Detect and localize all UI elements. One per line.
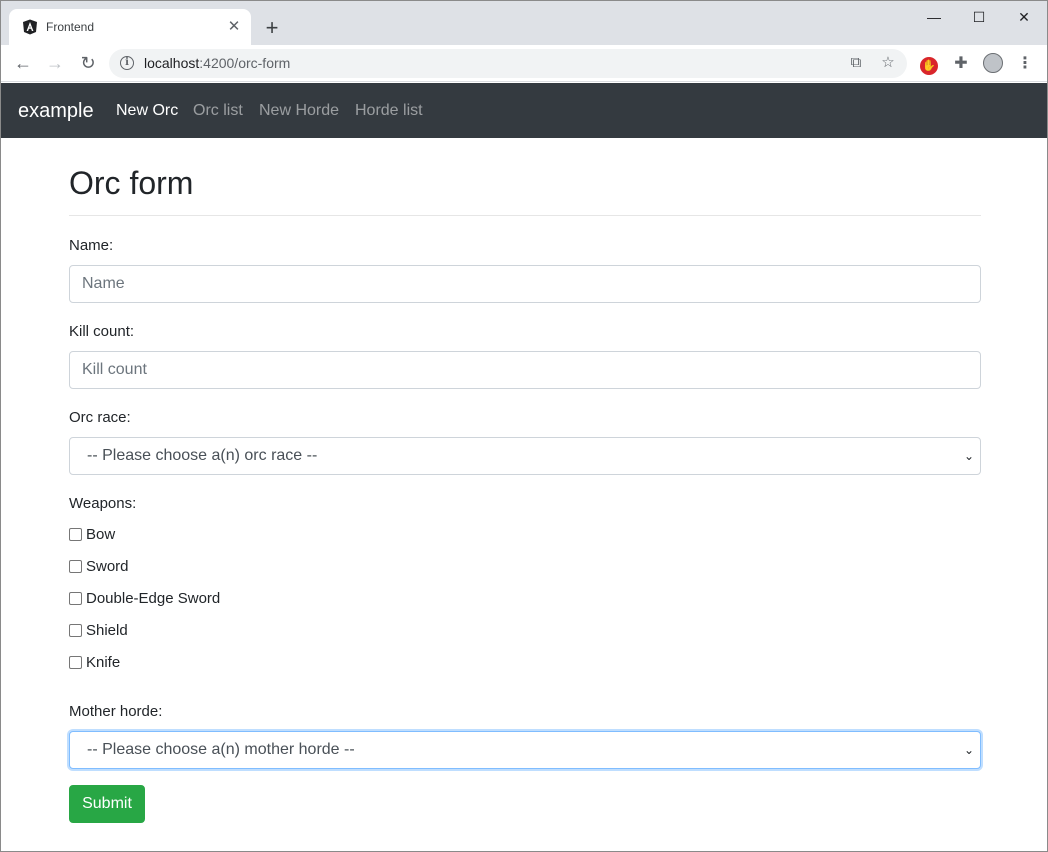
double-edge-sword-checkbox[interactable]: [69, 592, 82, 605]
kill-count-input[interactable]: [69, 351, 981, 389]
translate-icon[interactable]: ⧉: [847, 54, 865, 72]
browser-window: Frontend ✕ + — ☐ ✕ ← → ↻ i localhost:420…: [0, 0, 1048, 852]
name-label: Name:: [69, 237, 114, 254]
mother-horde-label: Mother horde:: [69, 703, 163, 720]
orc-race-select[interactable]: -- Please choose a(n) orc race -- ⌄: [69, 437, 981, 475]
browser-toolbar: ← → ↻ i localhost:4200/orc-form ⧉ ☆ ✋ ✚ …: [1, 45, 1047, 82]
app-navbar: example New Orc Orc list New Horde Horde…: [1, 83, 1047, 138]
nav-link-orc-list[interactable]: Orc list: [193, 101, 243, 121]
shield-label[interactable]: Shield: [86, 621, 128, 641]
bow-checkbox[interactable]: [69, 528, 82, 541]
adblock-hand-icon: ✋: [920, 57, 938, 75]
name-input[interactable]: [69, 265, 981, 303]
url-path: :4200/orc-form: [199, 55, 291, 71]
forward-arrow-icon[interactable]: →: [43, 51, 67, 75]
profile-avatar[interactable]: [982, 53, 1004, 75]
browser-tab[interactable]: Frontend ✕: [9, 9, 251, 45]
tab-title: Frontend: [46, 20, 95, 34]
chevron-down-icon: ⌄: [963, 743, 974, 757]
orc-race-label: Orc race:: [69, 409, 131, 426]
title-divider: [69, 215, 981, 216]
minimize-button[interactable]: —: [911, 5, 957, 29]
close-window-button[interactable]: ✕: [1001, 5, 1047, 29]
new-tab-button[interactable]: +: [260, 16, 284, 40]
submit-button[interactable]: Submit: [69, 785, 145, 823]
knife-checkbox[interactable]: [69, 656, 82, 669]
chevron-down-icon: ⌄: [963, 449, 974, 463]
reload-icon[interactable]: ↻: [76, 51, 100, 75]
knife-label[interactable]: Knife: [86, 653, 120, 673]
page-title: Orc form: [69, 165, 194, 201]
nav-link-new-horde[interactable]: New Horde: [259, 101, 339, 121]
title-bar: Frontend ✕ + — ☐ ✕: [1, 1, 1047, 45]
avatar-image: [983, 53, 1003, 73]
url-host: localhost: [144, 55, 200, 71]
site-info-icon[interactable]: i: [120, 56, 134, 70]
browser-menu-icon[interactable]: ⋮: [1014, 53, 1036, 75]
angular-favicon-icon: [23, 19, 37, 35]
mother-horde-select[interactable]: -- Please choose a(n) mother horde -- ⌄: [69, 731, 981, 769]
back-arrow-icon[interactable]: ←: [11, 51, 35, 75]
extensions-puzzle-icon[interactable]: ✚: [950, 53, 972, 75]
adblock-extension-icon[interactable]: ✋: [918, 53, 940, 75]
bow-label[interactable]: Bow: [86, 525, 115, 545]
url-text[interactable]: localhost:4200/orc-form: [144, 55, 290, 72]
address-bar[interactable]: i localhost:4200/orc-form ⧉ ☆: [109, 49, 907, 78]
mother-horde-selected-value: -- Please choose a(n) mother horde --: [87, 741, 355, 758]
nav-link-horde-list[interactable]: Horde list: [355, 101, 423, 121]
sword-label[interactable]: Sword: [86, 557, 129, 577]
double-edge-sword-label[interactable]: Double-Edge Sword: [86, 589, 220, 609]
navbar-brand[interactable]: example: [18, 99, 94, 123]
kill-count-label: Kill count:: [69, 323, 135, 340]
weapons-label: Weapons:: [69, 495, 137, 512]
shield-checkbox[interactable]: [69, 624, 82, 637]
maximize-button[interactable]: ☐: [956, 5, 1002, 29]
nav-link-new-orc[interactable]: New Orc: [116, 101, 178, 121]
tab-close-icon[interactable]: ✕: [225, 18, 243, 36]
sword-checkbox[interactable]: [69, 560, 82, 573]
bookmark-star-icon[interactable]: ☆: [879, 54, 897, 72]
orc-race-selected-value: -- Please choose a(n) orc race --: [87, 447, 318, 464]
